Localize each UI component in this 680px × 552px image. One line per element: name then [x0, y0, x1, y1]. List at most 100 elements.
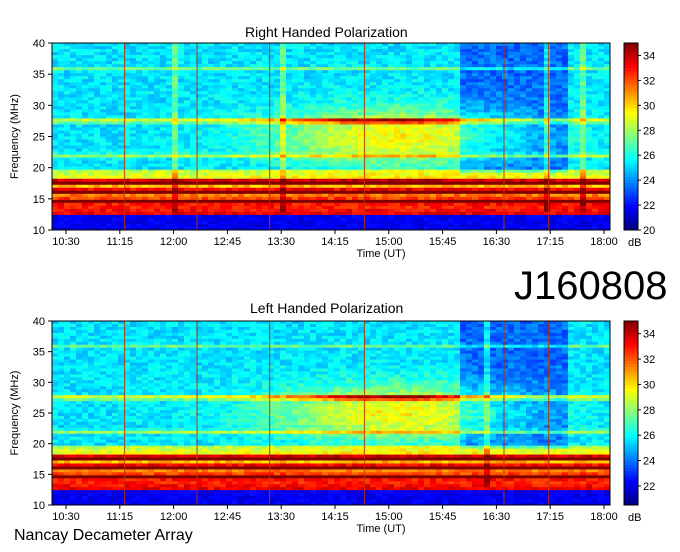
- heatmap-cell: [220, 196, 227, 201]
- heatmap-cell: [526, 127, 533, 131]
- heatmap-cell: [412, 220, 419, 225]
- heatmap-cell: [76, 190, 83, 195]
- heatmap-cell: [154, 103, 161, 107]
- heatmap-cell: [520, 91, 527, 95]
- heatmap-cell: [106, 220, 113, 225]
- heatmap-cell: [208, 124, 215, 128]
- heatmap-cell: [394, 121, 401, 125]
- heatmap-cell: [148, 175, 155, 180]
- heatmap-cell: [478, 79, 485, 83]
- heatmap-cell: [496, 190, 503, 195]
- heatmap-cell: [418, 61, 425, 65]
- heatmap-cell: [82, 58, 89, 62]
- heatmap-cell: [358, 79, 365, 83]
- heatmap-cell: [382, 166, 389, 171]
- heatmap-cell: [490, 49, 497, 53]
- heatmap-cell: [472, 223, 479, 228]
- heatmap-cell: [268, 139, 275, 143]
- heatmap-cell: [508, 85, 515, 89]
- heatmap-cell: [58, 79, 65, 83]
- heatmap-cell: [106, 199, 113, 204]
- heatmap-cell: [466, 82, 473, 86]
- heatmap-cell: [502, 49, 509, 53]
- heatmap-cell: [202, 106, 209, 110]
- heatmap-cell: [310, 115, 317, 119]
- heatmap-cell: [88, 103, 95, 107]
- heatmap-cell: [490, 43, 497, 47]
- heatmap-cell: [250, 211, 257, 216]
- heatmap-cell: [286, 91, 293, 95]
- heatmap-cell: [460, 193, 467, 198]
- heatmap-cell: [64, 79, 71, 83]
- heatmap-cell: [346, 106, 353, 110]
- heatmap-cell: [100, 142, 107, 146]
- heatmap-cell: [436, 172, 443, 177]
- heatmap-cell: [172, 64, 179, 68]
- heatmap-cell: [268, 217, 275, 222]
- heatmap-cell: [424, 64, 431, 68]
- heatmap-cell: [418, 223, 425, 228]
- heatmap-cell: [220, 193, 227, 198]
- heatmap-cell: [376, 217, 383, 222]
- heatmap-cell: [322, 139, 329, 143]
- heatmap-cell: [298, 169, 305, 174]
- heatmap-cell: [208, 49, 215, 53]
- heatmap-cell: [484, 70, 491, 74]
- heatmap-cell: [88, 217, 95, 222]
- heatmap-cell: [436, 142, 443, 146]
- heatmap-cell: [76, 142, 83, 146]
- heatmap-cell: [280, 133, 287, 137]
- heatmap-cell: [298, 163, 305, 168]
- heatmap-cell: [220, 187, 227, 192]
- heatmap-cell: [322, 136, 329, 140]
- heatmap-cell: [298, 199, 305, 204]
- heatmap-cell: [490, 154, 497, 159]
- heatmap-cell: [52, 196, 59, 201]
- heatmap-cell: [508, 64, 515, 68]
- heatmap-cell: [346, 163, 353, 168]
- heatmap-cell: [436, 85, 443, 89]
- heatmap-cell: [496, 208, 503, 213]
- heatmap-cell: [502, 211, 509, 216]
- heatmap-cell: [376, 115, 383, 119]
- heatmap-cell: [100, 220, 107, 225]
- heatmap-cell: [82, 139, 89, 143]
- heatmap-cell: [286, 76, 293, 80]
- heatmap-cell: [394, 46, 401, 50]
- heatmap-cell: [292, 88, 299, 92]
- heatmap-cell: [208, 130, 215, 134]
- heatmap-cell: [112, 187, 119, 192]
- heatmap-cell: [112, 115, 119, 119]
- heatmap-cell: [310, 124, 317, 128]
- heatmap-cell: [412, 118, 419, 122]
- heatmap-cell: [304, 178, 311, 183]
- heatmap-cell: [436, 205, 443, 210]
- heatmap-cell: [76, 100, 83, 104]
- heatmap-cell: [130, 166, 137, 171]
- heatmap-cell: [220, 55, 227, 59]
- heatmap-cell: [310, 79, 317, 83]
- heatmap-cell: [106, 130, 113, 134]
- heatmap-cell: [208, 148, 215, 152]
- heatmap-cell: [160, 43, 167, 47]
- heatmap-cell: [136, 82, 143, 86]
- heatmap-cell: [484, 103, 491, 107]
- heatmap-cell: [160, 97, 167, 101]
- heatmap-cell: [502, 202, 509, 207]
- heatmap-cell: [226, 109, 233, 113]
- heatmap-cell: [286, 169, 293, 174]
- heatmap-cell: [358, 211, 365, 216]
- heatmap-cell: [460, 157, 467, 162]
- heatmap-cell: [52, 190, 59, 195]
- heatmap-cell: [52, 199, 59, 204]
- heatmap-cell: [370, 112, 377, 116]
- heatmap-cell: [304, 163, 311, 168]
- heatmap-cell: [250, 91, 257, 95]
- heatmap-cell: [316, 82, 323, 86]
- heatmap-cell: [442, 115, 449, 119]
- heatmap-cell: [64, 172, 71, 177]
- heatmap-cell: [274, 223, 281, 228]
- heatmap-cell: [502, 184, 509, 189]
- heatmap-cell: [346, 199, 353, 204]
- heatmap-cell: [220, 133, 227, 137]
